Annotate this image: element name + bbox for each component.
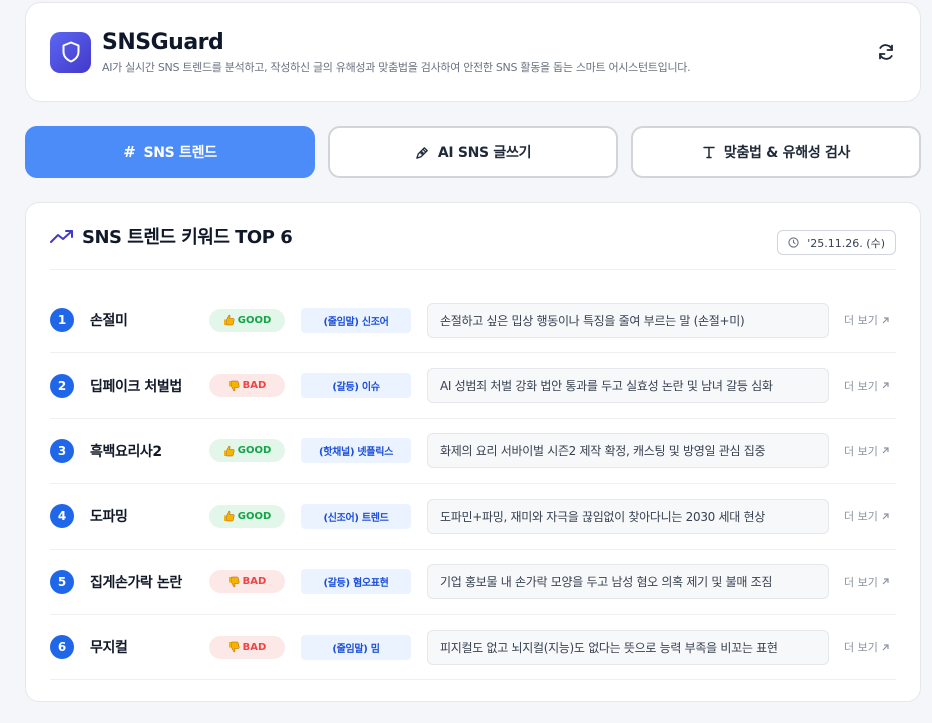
sentiment-badge: GOOD [209, 308, 285, 332]
category-tag: (갈등) 혐오표현 [301, 569, 411, 595]
external-arrow-icon [881, 577, 890, 586]
panel-header: SNS 트렌드 키워드 TOP 6 '25.11.26. (수) [50, 203, 896, 270]
more-label: 더 보기 [844, 641, 878, 655]
sentiment-label: BAD [242, 641, 267, 653]
trend-description: 손절하고 싶은 밉상 행동이나 특징을 줄여 부르는 말 (손절+미) [427, 302, 829, 338]
category-tag: (줄임말) 밈 [301, 634, 411, 660]
trend-description: 도파민+파밍, 재미와 자극을 끊임없이 찾아다니는 2030 세대 현상 [427, 498, 829, 534]
category-tag: (핫채널) 넷플릭스 [301, 438, 411, 464]
app-title: SNSGuard [102, 29, 224, 55]
tab-label: AI SNS 글쓰기 [437, 145, 532, 161]
trend-keyword: 딥페이크 처벌법 [90, 378, 182, 395]
trend-panel: SNS 트렌드 키워드 TOP 6 '25.11.26. (수) 1 손절미 GOO… [25, 202, 921, 702]
hash-icon: # [123, 143, 136, 161]
rank-badge: 6 [50, 635, 74, 660]
trend-row: 3 흑백요리사2 GOOD (핫채널) 넷플릭스 화제의 요리 서바이벌 시즌2 제작 … [50, 419, 896, 485]
sentiment-badge: BAD [209, 635, 285, 659]
trend-keyword: 집게손가락 논란 [90, 574, 182, 591]
trending-up-icon [50, 228, 74, 244]
clock-icon [788, 237, 799, 248]
more-link[interactable]: 더 보기 [844, 574, 890, 590]
more-link[interactable]: 더 보기 [844, 639, 890, 655]
trend-description: 화제의 요리 서바이벌 시즌2 제작 확정, 캐스팅 및 방영일 관심 집중 [427, 433, 829, 469]
external-arrow-icon [881, 316, 890, 325]
sentiment-label: BAD [242, 380, 267, 392]
rank-badge: 5 [50, 569, 74, 594]
sentiment-badge: GOOD [209, 439, 285, 463]
tab-ai-writing[interactable]: AI SNS 글쓰기 [328, 126, 618, 178]
thumbs-up-icon [223, 445, 235, 457]
more-label: 더 보기 [844, 314, 878, 328]
rank-badge: 3 [50, 438, 74, 463]
rank-badge: 2 [50, 373, 74, 398]
category-tag: (신조어) 트렌드 [301, 503, 411, 529]
thumbs-down-icon [228, 380, 240, 392]
sentiment-label: BAD [242, 576, 267, 588]
text-icon [702, 145, 716, 159]
trend-row: 1 손절미 GOOD (줄임말) 신조어 손절하고 싶은 밉상 행동이나 특징을 줄여 … [50, 288, 896, 354]
trend-row: 6 무지컬 BAD (줄임말) 밈 피지컬도 없고 뇌지컬(지능)도 없다는 뜻으로 능… [50, 615, 896, 681]
tab-bar: # SNS 트렌드 AI SNS 글쓰기 맞춤법 & 유해성 검사 [25, 126, 921, 178]
external-arrow-icon [881, 446, 890, 455]
sentiment-label: GOOD [237, 445, 272, 457]
external-arrow-icon [881, 381, 890, 390]
thumbs-up-icon [223, 314, 235, 326]
app-subtitle: AI가 실시간 SNS 트렌드를 분석하고, 작성하신 글의 유해성과 맞춤법을… [102, 60, 691, 74]
date-text: '25.11.26. (수) [807, 236, 885, 250]
category-tag: (줄임말) 신조어 [301, 307, 411, 333]
more-link[interactable]: 더 보기 [844, 443, 890, 459]
trend-description: 피지컬도 없고 뇌지컬(지능)도 없다는 뜻으로 능력 부족을 비꼬는 표현 [427, 629, 829, 665]
thumbs-down-icon [228, 641, 240, 653]
date-chip: '25.11.26. (수) [777, 230, 896, 255]
trend-row: 2 딥페이크 처벌법 BAD (갈등) 이슈 AI 성범죄 처벌 강화 법안 통과를 두… [50, 353, 896, 419]
external-arrow-icon [881, 512, 890, 521]
thumbs-up-icon [223, 510, 235, 522]
sentiment-badge: BAD [209, 374, 285, 398]
sentiment-badge: GOOD [209, 504, 285, 528]
sentiment-badge: BAD [209, 570, 285, 594]
trend-list: 1 손절미 GOOD (줄임말) 신조어 손절하고 싶은 밉상 행동이나 특징을 줄여 … [50, 288, 896, 681]
external-arrow-icon [881, 643, 890, 652]
sentiment-label: GOOD [237, 510, 272, 522]
category-tag: (갈등) 이슈 [301, 373, 411, 399]
trend-keyword: 무지컬 [90, 640, 128, 657]
more-link[interactable]: 더 보기 [844, 378, 890, 394]
trend-row: 4 도파밍 GOOD (신조어) 트렌드 도파민+파밍, 재미와 자극을 끊임없이 찾아… [50, 484, 896, 550]
trend-description: AI 성범죄 처벌 강화 법안 통과를 두고 실효성 논란 및 남녀 갈등 심화 [427, 368, 829, 404]
trend-keyword: 흑백요리사2 [90, 443, 162, 460]
tab-label: SNS 트렌드 [143, 145, 217, 161]
rank-badge: 4 [50, 504, 74, 529]
rank-badge: 1 [50, 308, 74, 333]
pen-icon [415, 145, 430, 160]
tab-label: 맞춤법 & 유해성 검사 [723, 145, 851, 161]
shield-icon [50, 31, 91, 73]
more-link[interactable]: 더 보기 [844, 312, 890, 328]
tab-spell-check[interactable]: 맞춤법 & 유해성 검사 [631, 126, 921, 178]
trend-keyword: 도파밍 [90, 509, 128, 526]
more-label: 더 보기 [844, 510, 878, 524]
more-label: 더 보기 [844, 444, 878, 458]
tab-sns-trend[interactable]: # SNS 트렌드 [25, 126, 315, 178]
more-link[interactable]: 더 보기 [844, 508, 890, 524]
trend-description: 기업 홍보물 내 손가락 모양을 두고 남성 혐오 의혹 제기 및 불매 조짐 [427, 564, 829, 600]
sentiment-label: GOOD [237, 314, 272, 326]
more-label: 더 보기 [844, 379, 878, 393]
thumbs-down-icon [228, 576, 240, 588]
trend-keyword: 손절미 [90, 313, 128, 330]
app-header: SNSGuard AI가 실시간 SNS 트렌드를 분석하고, 작성하신 글의 … [25, 2, 921, 102]
more-label: 더 보기 [844, 575, 878, 589]
refresh-icon[interactable] [872, 38, 900, 66]
trend-row: 5 집게손가락 논란 BAD (갈등) 혐오표현 기업 홍보물 내 손가락 모양을 두고… [50, 550, 896, 615]
panel-title: SNS 트렌드 키워드 TOP 6 [82, 227, 293, 248]
